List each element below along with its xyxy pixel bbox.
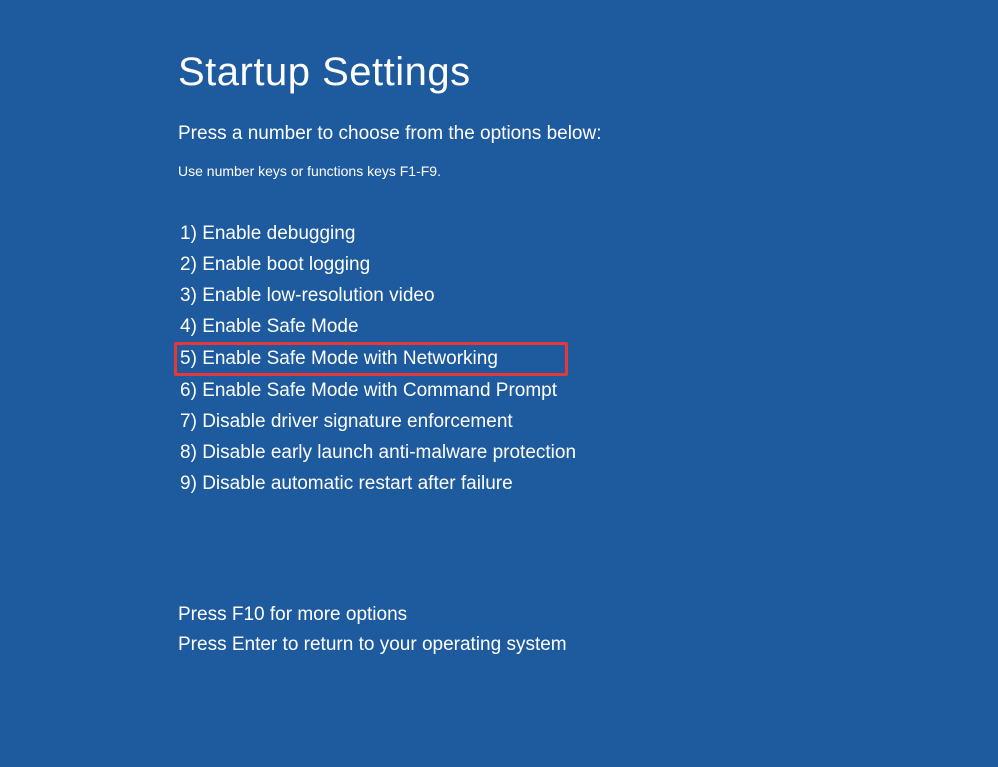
option-number: 2 bbox=[180, 254, 191, 275]
option-number: 6 bbox=[180, 380, 191, 401]
option-label: Enable Safe Mode with Command Prompt bbox=[202, 380, 557, 401]
option-enable-boot-logging[interactable]: 2) Enable boot logging bbox=[178, 250, 372, 280]
option-number: 4 bbox=[180, 316, 191, 337]
option-label: Enable boot logging bbox=[202, 254, 370, 275]
option-label: Disable early launch anti-malware protec… bbox=[202, 442, 576, 463]
option-disable-driver-sig[interactable]: 7) Disable driver signature enforcement bbox=[178, 407, 515, 437]
option-enable-low-res-video[interactable]: 3) Enable low-resolution video bbox=[178, 281, 437, 311]
option-enable-debugging[interactable]: 1) Enable debugging bbox=[178, 219, 357, 249]
option-enable-safe-mode-cmd[interactable]: 6) Enable Safe Mode with Command Prompt bbox=[178, 376, 559, 406]
option-label: Disable driver signature enforcement bbox=[202, 411, 513, 432]
options-list: 1) Enable debugging 2) Enable boot loggi… bbox=[178, 219, 998, 500]
footer-return-os: Press Enter to return to your operating … bbox=[178, 630, 998, 660]
option-number: 3 bbox=[180, 285, 191, 306]
option-enable-safe-mode-networking[interactable]: 5) Enable Safe Mode with Networking bbox=[174, 342, 568, 376]
option-label: Enable debugging bbox=[202, 223, 355, 244]
option-label: Enable Safe Mode bbox=[202, 316, 358, 337]
footer: Press F10 for more options Press Enter t… bbox=[178, 600, 998, 660]
option-number: 7 bbox=[180, 411, 191, 432]
option-number: 9 bbox=[180, 473, 191, 494]
option-label: Enable low-resolution video bbox=[202, 285, 434, 306]
option-disable-auto-restart[interactable]: 9) Disable automatic restart after failu… bbox=[178, 469, 515, 499]
footer-more-options: Press F10 for more options bbox=[178, 600, 998, 630]
option-enable-safe-mode[interactable]: 4) Enable Safe Mode bbox=[178, 312, 361, 342]
subtitle: Press a number to choose from the option… bbox=[178, 123, 998, 145]
option-number: 1 bbox=[180, 223, 191, 244]
option-disable-anti-malware[interactable]: 8) Disable early launch anti-malware pro… bbox=[178, 438, 578, 468]
option-number: 5 bbox=[180, 348, 191, 369]
option-label: Disable automatic restart after failure bbox=[202, 473, 512, 494]
startup-settings-screen: Startup Settings Press a number to choos… bbox=[0, 0, 998, 660]
hint-text: Use number keys or functions keys F1-F9. bbox=[178, 163, 998, 179]
option-label: Enable Safe Mode with Networking bbox=[202, 348, 498, 369]
option-number: 8 bbox=[180, 442, 191, 463]
page-title: Startup Settings bbox=[178, 50, 998, 95]
